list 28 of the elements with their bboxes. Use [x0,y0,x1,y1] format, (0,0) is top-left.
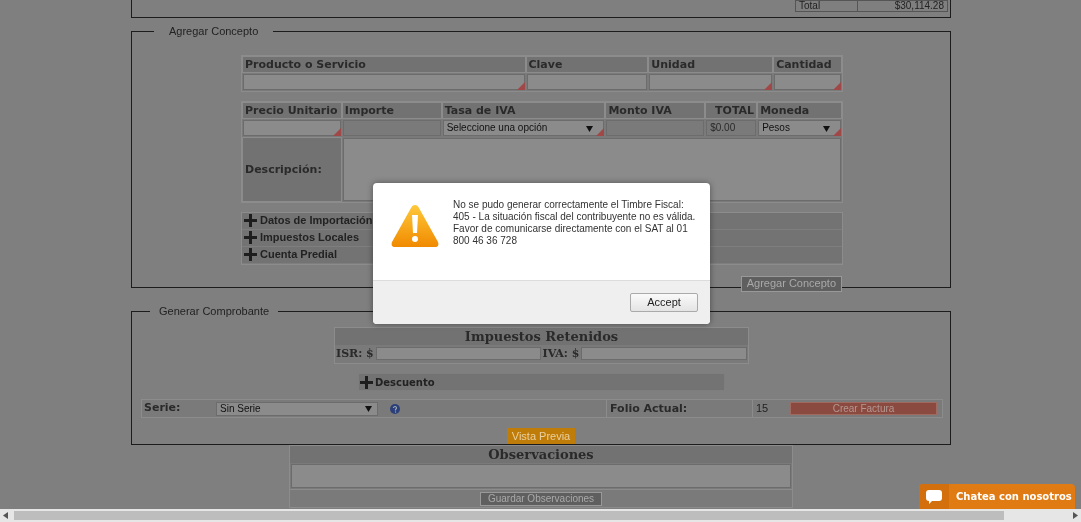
column-header: Importe [341,101,442,119]
column-header: Monto IVA [605,101,706,119]
tax-label: ISR: $ [336,345,374,362]
column-header: Precio Unitario [242,101,342,119]
column-header: Unidad [648,55,774,73]
folio-value: 15 [752,400,789,417]
serie-label: Serie: [143,400,182,417]
column-header: Cantidad [773,55,842,73]
generar-comprobante-legend: Generar Comprobante [150,303,279,320]
section-label: Cuenta Predial [260,247,338,263]
agregar-concepto-legend: Agregar Concepto [154,23,274,40]
observaciones-title: Observaciones [290,446,792,463]
column-header: Producto o Servicio [242,55,526,73]
description-label: Descripción: [242,136,342,202]
column-header: Clave [525,55,649,73]
error-message: No se pudo generar correctamente el Timbre Fiscal: 405 - La situación fiscal del contribuyente no es válida. Favor de comunicarse directamente con el SAT al 01 800 46 36 728 [453,199,696,248]
total-label: Total [796,1,858,11]
readonly-field: $0.00 [706,119,757,136]
section-label: Impuestos Locales [260,230,360,246]
column-header: TOTAL [705,101,758,119]
column-header: Moneda [757,101,842,119]
folio-label: Folio Actual: [606,400,752,417]
section-label: Descuento [375,375,435,390]
section-label: Datos de Importación [260,213,373,229]
retenidos-title: Impuestos Retenidos [335,327,748,345]
column-header: Tasa de IVA [441,101,606,119]
tax-label: IVA: $ [542,345,580,362]
total-value: $30,114.28 [893,1,945,11]
